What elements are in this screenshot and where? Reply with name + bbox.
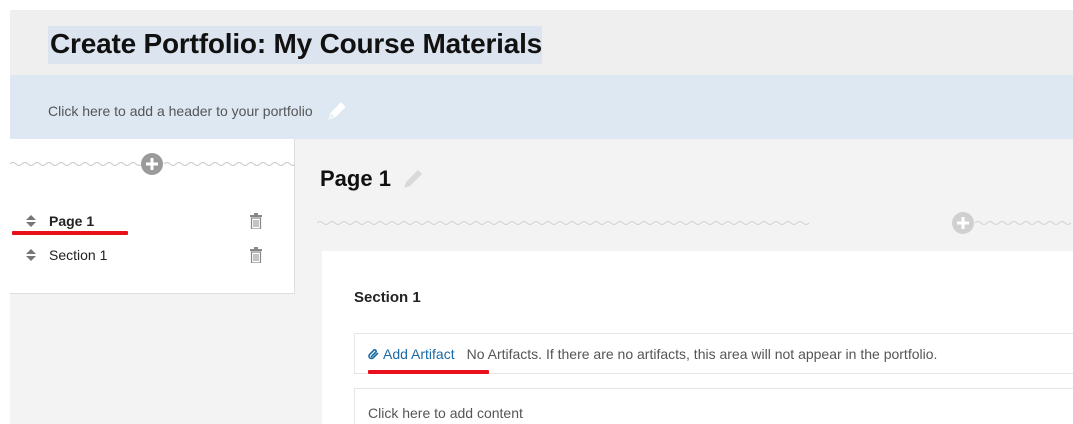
plus-circle-icon[interactable] xyxy=(952,212,974,234)
sidebar-item-section-1[interactable]: Section 1 xyxy=(24,243,284,267)
content-placeholder: Click here to add content xyxy=(368,404,523,421)
sidebar-background xyxy=(10,294,295,424)
header-hint[interactable]: Click here to add a header to your portf… xyxy=(48,99,349,123)
portfolio-header-area[interactable]: Click here to add a header to your portf… xyxy=(10,75,1073,139)
annotation-underline xyxy=(12,231,128,235)
page-add-divider xyxy=(317,212,1072,234)
annotation-underline xyxy=(368,370,489,374)
page-title[interactable]: Create Portfolio: My Course Materials xyxy=(48,26,542,64)
artifact-row: Add Artifact No Artifacts. If there are … xyxy=(354,333,1073,374)
plus-circle-icon[interactable] xyxy=(141,153,163,175)
sidebar-add-divider xyxy=(10,153,295,175)
pencil-icon[interactable] xyxy=(325,99,349,123)
page-outline-sidebar: Page 1 Section 1 xyxy=(10,139,295,294)
add-artifact-label: Add Artifact xyxy=(383,345,455,362)
title-bar: Create Portfolio: My Course Materials xyxy=(10,10,1073,75)
sort-icon[interactable] xyxy=(24,214,38,228)
portfolio-editor: Create Portfolio: My Course Materials Cl… xyxy=(0,0,1073,424)
paperclip-icon xyxy=(368,348,379,359)
header-hint-text: Click here to add a header to your portf… xyxy=(48,103,313,119)
page-editor: Page 1 Section 1 Add Artifact No Artifac… xyxy=(295,139,1073,424)
sort-icon[interactable] xyxy=(24,248,38,262)
add-content-area[interactable]: Click here to add content xyxy=(354,388,1073,424)
trash-icon[interactable] xyxy=(250,213,262,229)
section-card: Section 1 Add Artifact No Artifacts. If … xyxy=(322,251,1073,424)
no-artifacts-text: No Artifacts. If there are no artifacts,… xyxy=(466,345,938,362)
sidebar-item-label: Page 1 xyxy=(49,213,95,229)
trash-icon[interactable] xyxy=(250,247,262,263)
section-title[interactable]: Section 1 xyxy=(354,289,421,306)
sidebar-item-page-1[interactable]: Page 1 xyxy=(24,209,284,233)
sidebar-item-label: Section 1 xyxy=(49,247,108,263)
page-heading-title: Page 1 xyxy=(320,166,391,191)
page-heading[interactable]: Page 1 xyxy=(320,166,425,192)
add-artifact-link[interactable]: Add Artifact xyxy=(368,346,455,362)
pencil-icon[interactable] xyxy=(401,167,425,191)
